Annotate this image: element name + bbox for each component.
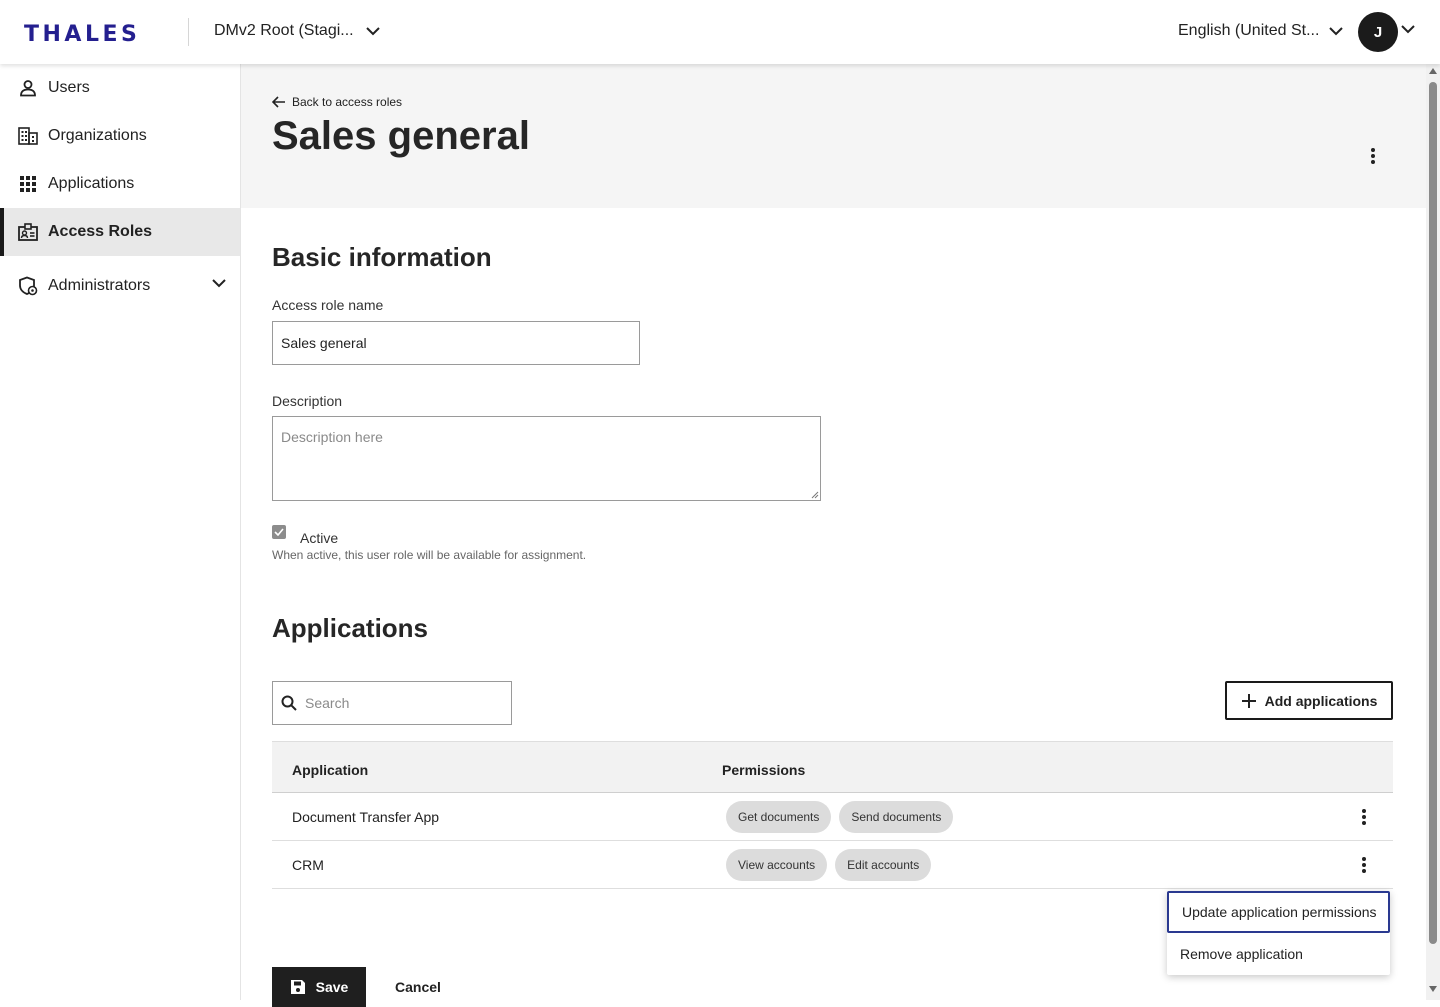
page-title: Sales general xyxy=(272,114,530,158)
top-bar: THALES DMv2 Root (Stagi... English (Unit… xyxy=(0,0,1440,64)
sidebar-item-users[interactable]: Users xyxy=(0,64,240,112)
org-selector-label: DMv2 Root (Stagi... xyxy=(214,22,354,39)
language-selector-label: English (United St... xyxy=(1178,22,1320,39)
back-to-access-roles-link[interactable]: Back to access roles xyxy=(272,95,402,109)
building-icon xyxy=(18,126,38,146)
scroll-down-arrow-icon[interactable] xyxy=(1429,986,1437,992)
permission-chip: Send documents xyxy=(839,801,954,833)
scroll-up-arrow-icon[interactable] xyxy=(1429,68,1437,74)
application-name: CRM xyxy=(292,857,324,873)
back-link-label: Back to access roles xyxy=(292,95,403,109)
menu-item-remove-application[interactable]: Remove application xyxy=(1167,933,1390,975)
basic-information-heading: Basic information xyxy=(272,242,492,272)
active-checkbox[interactable] xyxy=(272,525,286,539)
header-divider xyxy=(188,18,189,46)
search-icon xyxy=(281,695,297,711)
column-header-application[interactable]: Application xyxy=(292,762,368,778)
permission-chip: Edit accounts xyxy=(835,849,932,881)
access-role-name-input[interactable] xyxy=(272,321,640,365)
sidebar-item-label: Applications xyxy=(48,175,135,192)
sidebar-item-label: Users xyxy=(48,79,90,96)
arrow-left-icon xyxy=(272,96,285,108)
applications-heading: Applications xyxy=(272,613,429,643)
permission-chip: Get documents xyxy=(726,801,832,833)
grid-icon xyxy=(18,174,38,194)
sidebar-item-label: Administrators xyxy=(48,277,151,294)
resize-grip-icon[interactable] xyxy=(811,491,819,499)
active-label: Active xyxy=(300,530,339,546)
sidebar-item-administrators[interactable]: Administrators xyxy=(0,262,240,310)
floppy-disk-icon xyxy=(290,980,305,994)
permission-chip: View accounts xyxy=(726,849,828,881)
main-content: Back to access roles Sales general Basic… xyxy=(241,64,1426,1007)
page-header: Back to access roles Sales general xyxy=(241,64,1426,208)
org-selector[interactable]: DMv2 Root (Stagi... xyxy=(214,22,380,40)
page-scrollbar[interactable] xyxy=(1426,64,1440,1000)
chevron-down-icon xyxy=(365,27,380,36)
application-search[interactable] xyxy=(272,681,512,725)
sidebar: Users Organizations Applications Access … xyxy=(0,64,241,1000)
row-options-menu: Update application permissions Remove ap… xyxy=(1167,891,1390,975)
table-header: Application Permissions xyxy=(272,741,1393,793)
sidebar-item-access-roles[interactable]: Access Roles xyxy=(0,208,240,256)
language-selector[interactable]: English (United St... xyxy=(1178,22,1344,40)
table-row: Document Transfer App Get documents Send… xyxy=(272,793,1393,841)
save-button[interactable]: Save xyxy=(272,967,366,1007)
column-header-permissions[interactable]: Permissions xyxy=(722,762,805,778)
permission-chips: Get documents Send documents xyxy=(726,801,954,833)
shield-gear-icon xyxy=(18,276,38,296)
search-input[interactable] xyxy=(305,695,495,711)
menu-item-update-permissions[interactable]: Update application permissions xyxy=(1167,891,1390,933)
more-options-icon[interactable] xyxy=(1361,144,1385,168)
sidebar-item-label: Access Roles xyxy=(48,223,153,240)
sidebar-item-label: Organizations xyxy=(48,127,147,144)
save-label: Save xyxy=(315,979,349,995)
chevron-down-icon xyxy=(1329,27,1344,36)
chevron-down-icon[interactable] xyxy=(212,278,226,288)
description-textarea[interactable] xyxy=(272,416,821,501)
active-helper-text: When active, this user role will be avai… xyxy=(272,548,587,562)
add-applications-label: Add applications xyxy=(1264,692,1378,709)
table-row: CRM View accounts Edit accounts xyxy=(272,841,1393,889)
sidebar-item-organizations[interactable]: Organizations xyxy=(0,112,240,160)
permission-chips: View accounts Edit accounts xyxy=(726,849,932,881)
applications-table: Application Permissions Document Transfe… xyxy=(272,741,1393,889)
row-more-options-icon[interactable] xyxy=(1352,853,1376,877)
description-label: Description xyxy=(272,393,343,409)
account-menu-chevron-icon[interactable] xyxy=(1400,23,1416,35)
access-role-name-label: Access role name xyxy=(272,297,384,313)
sidebar-item-applications[interactable]: Applications xyxy=(0,160,240,208)
row-more-options-icon[interactable] xyxy=(1352,805,1376,829)
plus-icon xyxy=(1241,693,1256,708)
thales-logo[interactable]: THALES xyxy=(24,22,140,47)
person-icon xyxy=(18,78,38,98)
user-avatar[interactable]: J xyxy=(1358,12,1398,52)
add-applications-button[interactable]: Add applications xyxy=(1225,681,1393,720)
application-name: Document Transfer App xyxy=(292,809,440,825)
scrollbar-thumb[interactable] xyxy=(1429,82,1437,944)
badge-icon xyxy=(18,222,38,242)
checkmark-icon xyxy=(274,528,284,536)
cancel-button[interactable]: Cancel xyxy=(395,979,441,995)
